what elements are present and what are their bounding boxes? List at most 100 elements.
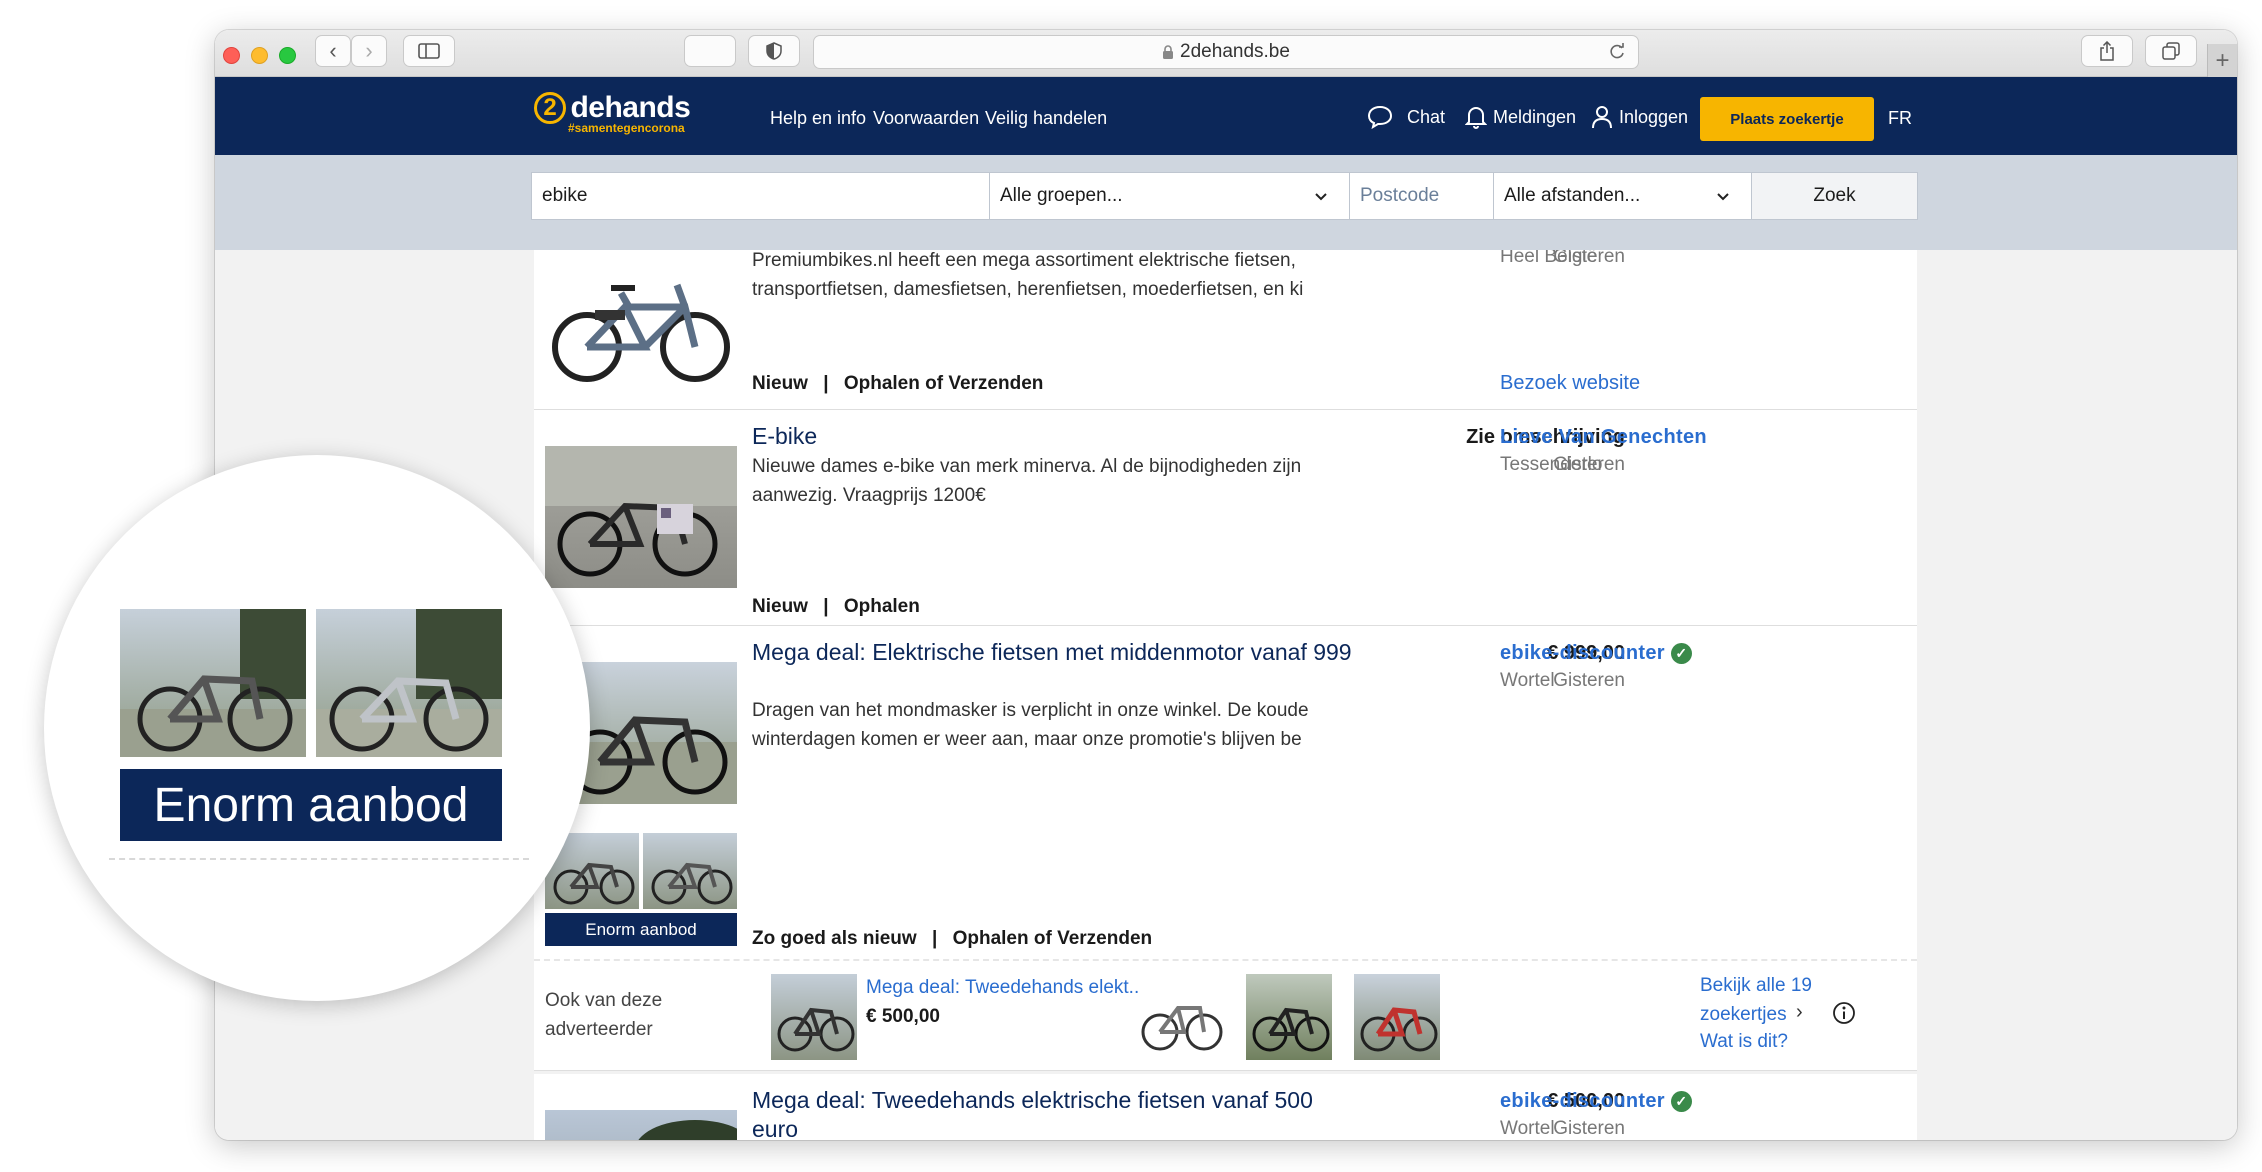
category-select[interactable]: Alle groepen... bbox=[989, 172, 1350, 220]
chevron-down-icon bbox=[1315, 193, 1327, 201]
bicycle-image bbox=[651, 862, 733, 905]
listing-photo[interactable] bbox=[545, 446, 737, 588]
site-header: 2 dehands #samentegencorona Help en info… bbox=[215, 77, 2237, 155]
login-label: Inloggen bbox=[1619, 106, 1689, 127]
listing-card[interactable]: Premiumbikes.nl heeft een mega assortime… bbox=[534, 250, 1917, 410]
listing-date: Gisteren bbox=[1553, 670, 1625, 691]
maximize-window-button[interactable] bbox=[279, 47, 296, 64]
tabs-icon bbox=[2162, 42, 2180, 60]
search-submit-button[interactable]: Zoek bbox=[1751, 172, 1918, 220]
url-text: 2dehands.be bbox=[1180, 41, 1290, 62]
bicycle-image bbox=[1141, 1006, 1223, 1051]
listing-thumbnail[interactable] bbox=[643, 833, 737, 909]
bicycle-image bbox=[1252, 1007, 1330, 1052]
reload-icon[interactable] bbox=[1608, 43, 1626, 61]
zoomed-large-offer-badge: Enorm aanbod bbox=[120, 769, 502, 841]
user-icon bbox=[1592, 106, 1612, 129]
forward-button[interactable]: › bbox=[351, 35, 387, 67]
listing-seller-link[interactable]: ebike-discounter ✓ bbox=[1500, 1090, 1692, 1113]
distance-select[interactable]: Alle afstanden... bbox=[1493, 172, 1752, 220]
listing-photo[interactable] bbox=[545, 255, 737, 395]
share-button[interactable] bbox=[2081, 35, 2133, 67]
tabs-overview-button[interactable] bbox=[2145, 35, 2197, 67]
nav-help-link[interactable]: Help en info bbox=[770, 108, 866, 129]
info-icon[interactable] bbox=[1832, 1001, 1856, 1025]
privacy-report-button[interactable] bbox=[748, 35, 800, 67]
what-is-this-link[interactable]: Wat is dit? bbox=[1700, 1031, 1788, 1053]
listing-location: Tessenderlo bbox=[1500, 454, 1603, 475]
share-icon bbox=[2100, 41, 2114, 61]
chevron-down-icon bbox=[1717, 193, 1729, 201]
listing-location: Heel België bbox=[1500, 250, 1598, 267]
back-button[interactable]: ‹ bbox=[315, 35, 351, 67]
search-input[interactable]: ebike bbox=[531, 172, 990, 220]
logo-tagline: #samentegencorona bbox=[568, 121, 685, 135]
listing-seller-link[interactable]: Lieve Van Genechten bbox=[1500, 426, 1707, 449]
chevron-left-icon: ‹ bbox=[329, 38, 337, 63]
verified-check-icon: ✓ bbox=[1670, 1091, 1692, 1113]
blank-toolbar-button[interactable] bbox=[684, 35, 736, 67]
listing-delivery: Ophalen bbox=[843, 596, 920, 617]
postcode-input[interactable]: Postcode bbox=[1349, 172, 1494, 220]
listing-description-partial: Premiumbikes.nl heeft een mega assortime… bbox=[752, 250, 1296, 271]
listing-title[interactable]: Mega deal: Elektrische fietsen met midde… bbox=[752, 638, 1352, 667]
zoomed-divider bbox=[109, 858, 529, 860]
visit-website-link[interactable]: Bezoek website bbox=[1500, 372, 1640, 395]
advertiser-item-thumbnail[interactable] bbox=[771, 974, 857, 1060]
view-all-ads-link[interactable]: Bekijk alle 19 zoekertjes bbox=[1700, 971, 1830, 1029]
listing-card[interactable]: E-bike Nieuwe dames e-bike van merk mine… bbox=[534, 410, 1917, 626]
lock-icon bbox=[1163, 44, 1174, 59]
close-window-button[interactable] bbox=[223, 47, 240, 64]
address-bar[interactable]: 2dehands.be bbox=[813, 35, 1639, 69]
site-logo[interactable]: 2 dehands #samentegencorona bbox=[534, 92, 691, 135]
bicycle-image bbox=[120, 609, 306, 757]
bell-icon bbox=[1465, 107, 1487, 129]
listing-date: Gisteren bbox=[1553, 1118, 1625, 1139]
listing-condition: Nieuw bbox=[752, 596, 808, 617]
notifications-label: Meldingen bbox=[1493, 106, 1577, 127]
minimize-window-button[interactable] bbox=[251, 47, 268, 64]
login-link[interactable]: Inloggen bbox=[1591, 105, 1688, 129]
listing-meta: Zo goed als nieuw | Ophalen of Verzenden bbox=[752, 928, 1153, 949]
listing-photo[interactable] bbox=[545, 1110, 737, 1140]
advertiser-item-thumbnail[interactable] bbox=[1354, 974, 1440, 1060]
sidebar-icon bbox=[418, 43, 440, 59]
logo-number: 2 bbox=[534, 92, 566, 124]
bicycle-image bbox=[545, 446, 737, 577]
advertiser-item-thumbnail[interactable] bbox=[1138, 974, 1224, 1060]
distance-select-value: Alle afstanden... bbox=[1504, 185, 1641, 206]
listing-description: Dragen van het mondmasker is verplicht i… bbox=[752, 700, 1309, 750]
listing-title[interactable]: E-bike bbox=[752, 422, 817, 451]
listing-condition: Nieuw bbox=[752, 373, 808, 394]
bicycle-image bbox=[316, 609, 502, 757]
nav-safe-trading-link[interactable]: Veilig handelen bbox=[985, 108, 1107, 129]
listing-card[interactable]: Mega deal: Tweedehands elektrische fiets… bbox=[534, 1074, 1917, 1140]
listing-card[interactable]: Enorm aanbod Mega deal: Elektrische fiet… bbox=[534, 626, 1917, 961]
listing-location: Wortel bbox=[1500, 1118, 1555, 1139]
tree-image bbox=[638, 1120, 737, 1140]
post-ad-button[interactable]: Plaats zoekertje bbox=[1700, 97, 1874, 141]
zoomed-thumbnail bbox=[120, 609, 306, 757]
chat-link[interactable]: Chat bbox=[1367, 105, 1445, 129]
listing-meta: Nieuw | Ophalen bbox=[752, 596, 920, 617]
advertiser-item-title[interactable]: Mega deal: Tweedehands elekt... bbox=[866, 977, 1145, 999]
magnifier-callout: Enorm aanbod bbox=[44, 455, 590, 1001]
language-switch[interactable]: FR bbox=[1888, 108, 1912, 129]
listing-title[interactable]: Mega deal: Tweedehands elektrische fiets… bbox=[752, 1086, 1352, 1140]
large-offer-badge: Enorm aanbod bbox=[545, 913, 737, 946]
listing-meta: Nieuw | Ophalen of Verzenden bbox=[752, 373, 1044, 394]
zoomed-thumbnail bbox=[316, 609, 502, 757]
bicycle-image bbox=[552, 283, 730, 382]
advertiser-strip: Ook van deze adverteerder Mega deal: Twe… bbox=[534, 961, 1917, 1071]
listing-seller-link[interactable]: ebike-discounter ✓ bbox=[1500, 642, 1692, 665]
listing-description: transportfietsen, damesfietsen, herenfie… bbox=[752, 279, 1304, 300]
shield-icon bbox=[766, 42, 782, 60]
listing-description: Nieuwe dames e-bike van merk minerva. Al… bbox=[752, 456, 1302, 506]
sidebar-toggle-button[interactable] bbox=[403, 35, 455, 67]
nav-terms-link[interactable]: Voorwaarden bbox=[873, 108, 979, 129]
new-tab-button[interactable]: + bbox=[2207, 44, 2237, 77]
bicycle-image bbox=[1360, 1007, 1438, 1052]
chevron-right-icon: › bbox=[365, 38, 373, 63]
advertiser-item-thumbnail[interactable] bbox=[1246, 974, 1332, 1060]
notifications-link[interactable]: Meldingen bbox=[1465, 105, 1576, 129]
